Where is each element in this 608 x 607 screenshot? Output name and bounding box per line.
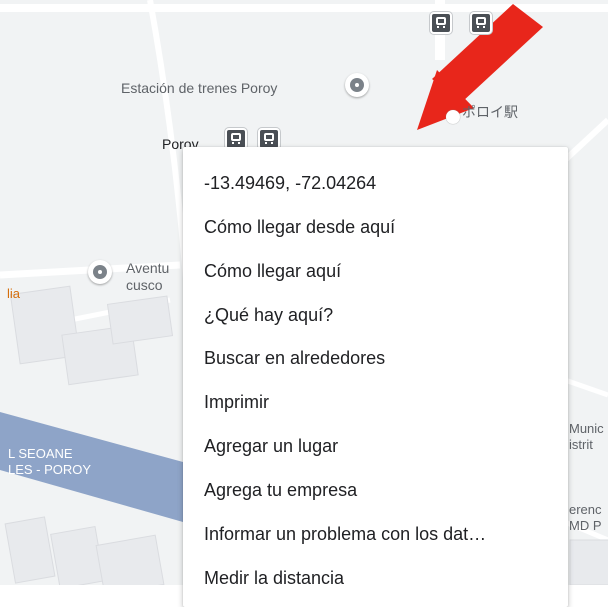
map-label-ref-2: MD P	[569, 518, 602, 533]
map-label-aventura-2[interactable]: cusco	[126, 277, 163, 293]
menu-item-print[interactable]: Imprimir	[204, 392, 269, 413]
transit-icon[interactable]	[430, 12, 452, 34]
menu-item-directions-from[interactable]: Cómo llegar desde aquí	[204, 217, 395, 238]
menu-item-directions-to[interactable]: Cómo llegar aquí	[204, 261, 341, 282]
menu-item-report-problem[interactable]: Informar un problema con los dat…	[204, 524, 486, 545]
map-label-station[interactable]: Estación de trenes Poroy	[121, 80, 277, 96]
transit-icon[interactable]	[470, 12, 492, 34]
map-label-aventura[interactable]: Aventu	[126, 260, 169, 276]
map-label-muni-2: istrit	[569, 437, 593, 452]
menu-item-search-nearby[interactable]: Buscar en alrededores	[204, 348, 385, 369]
map-label-street-1: L SEOANE	[8, 446, 73, 461]
place-pin-icon[interactable]	[345, 73, 369, 97]
place-pin-icon[interactable]	[88, 260, 112, 284]
map-label-ref-1: erenc	[569, 502, 602, 517]
context-menu: -13.49469, -72.04264 Cómo llegar desde a…	[183, 147, 568, 607]
map-label-street-2: LES - POROY	[8, 462, 92, 477]
map-label-muni-1: Munic	[569, 421, 604, 436]
place-pin-icon	[446, 110, 460, 124]
menu-item-add-business[interactable]: Agrega tu empresa	[204, 480, 357, 501]
menu-item-whats-here[interactable]: ¿Qué hay aquí?	[204, 305, 333, 326]
map-label-station-jp: ポロイ駅	[462, 104, 518, 120]
menu-item-add-place[interactable]: Agregar un lugar	[204, 436, 338, 457]
menu-item-coordinates[interactable]: -13.49469, -72.04264	[204, 173, 376, 194]
menu-item-measure-distance[interactable]: Medir la distancia	[204, 568, 344, 589]
map-label-orange: lia	[7, 286, 21, 301]
